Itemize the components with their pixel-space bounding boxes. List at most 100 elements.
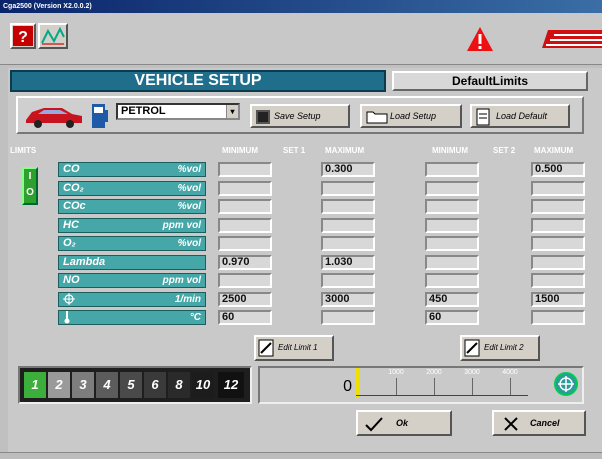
limit-row-name: HC	[63, 219, 79, 231]
edit-limit1-label: Edit Limit 1	[278, 343, 318, 352]
check-icon	[365, 416, 383, 432]
limit-cell-min1[interactable]	[218, 236, 272, 251]
limit-row-label: O₂ %vol	[58, 236, 206, 251]
limit-cell-min2[interactable]: 60	[425, 310, 479, 325]
folder-icon	[366, 111, 388, 124]
limit-cell-max1[interactable]	[321, 199, 375, 214]
col-max2: MAXIMUM	[534, 146, 574, 155]
limit-cell-min2[interactable]	[425, 236, 479, 251]
edit-limit2-button[interactable]: Edit Limit 2	[460, 335, 540, 361]
limit-cell-min1[interactable]	[218, 218, 272, 233]
limit-cell-max2[interactable]	[531, 255, 585, 270]
limit-row-label: CO %vol	[58, 162, 206, 177]
limit-cell-max1[interactable]: 1.030	[321, 255, 375, 270]
engine-icon	[63, 293, 75, 306]
ok-button[interactable]: Ok	[356, 410, 452, 436]
limit-cell-min2[interactable]	[425, 181, 479, 196]
limit-cell-min1[interactable]	[218, 162, 272, 177]
gauge-tick	[434, 378, 435, 395]
load-default-button[interactable]: Load Default	[470, 104, 570, 128]
toolbar	[0, 13, 602, 65]
fuel-type-value: PETROL	[121, 105, 166, 117]
limit-cell-max1[interactable]: 3000	[321, 292, 375, 307]
edit-icon	[258, 339, 274, 357]
limit-cell-max2[interactable]	[531, 218, 585, 233]
limits-toggle[interactable]: IO	[22, 167, 38, 205]
limit-row-label: 1/min	[58, 292, 206, 307]
rpm-gauge	[258, 366, 584, 404]
limit-cell-max2[interactable]	[531, 310, 585, 325]
limit-cell-min2[interactable]	[425, 199, 479, 214]
limit-cell-min2[interactable]	[425, 162, 479, 177]
gauge-start-marker	[356, 368, 359, 398]
rpm-option[interactable]: 1	[24, 372, 46, 398]
limit-cell-max2[interactable]	[531, 181, 585, 196]
limit-cell-max2[interactable]	[531, 273, 585, 288]
help-icon: ?	[13, 26, 33, 46]
load-setup-button[interactable]: Load Setup	[360, 104, 462, 128]
limit-row-name: COc	[63, 200, 86, 212]
warning-button[interactable]	[466, 26, 494, 52]
rpm-option[interactable]: 2	[48, 372, 70, 398]
load-setup-label: Load Setup	[390, 111, 437, 121]
limit-row-unit: %vol	[177, 238, 201, 249]
limit-row-label: HC ppm vol	[58, 218, 206, 233]
limit-row-unit: ppm vol	[162, 275, 201, 286]
chevron-down-icon[interactable]: ▾	[226, 105, 238, 118]
save-setup-button[interactable]: Save Setup	[250, 104, 350, 128]
limit-cell-min1[interactable]: 2500	[218, 292, 272, 307]
gauge-baseline	[356, 395, 528, 396]
limits-name-field[interactable]: DefaultLimits	[392, 71, 588, 91]
fuel-type-select[interactable]: PETROL ▾	[116, 103, 240, 120]
limit-cell-max2[interactable]: 0.500	[531, 162, 585, 177]
limit-cell-max2[interactable]	[531, 236, 585, 251]
limit-cell-max1[interactable]	[321, 218, 375, 233]
graph-button[interactable]	[38, 23, 68, 49]
limit-row-unit: ppm vol	[162, 220, 201, 231]
col-set2: SET 2	[493, 146, 516, 155]
rpm-option[interactable]: 8	[168, 372, 190, 398]
limit-cell-max2[interactable]	[531, 199, 585, 214]
limit-cell-min2[interactable]	[425, 273, 479, 288]
rpm-option[interactable]: 4	[96, 372, 118, 398]
document-icon	[476, 108, 490, 126]
gauge-tick	[510, 378, 511, 395]
limit-cell-min1[interactable]	[218, 273, 272, 288]
help-button[interactable]: ?	[10, 23, 36, 49]
limit-cell-min1[interactable]	[218, 199, 272, 214]
limit-cell-min2[interactable]: 450	[425, 292, 479, 307]
rpm-option[interactable]: 10	[192, 372, 214, 398]
limit-row-label: CO₂ %vol	[58, 181, 206, 196]
limit-cell-max1[interactable]	[321, 273, 375, 288]
limit-cell-max1[interactable]	[321, 181, 375, 196]
ok-label: Ok	[396, 418, 409, 428]
limit-cell-max1[interactable]: 0.300	[321, 162, 375, 177]
cancel-button[interactable]: Cancel	[492, 410, 586, 436]
limit-cell-min1[interactable]: 60	[218, 310, 272, 325]
limit-row-name: CO₂	[63, 182, 84, 194]
limit-cell-min2[interactable]	[425, 255, 479, 270]
limit-row-unit: %vol	[177, 201, 201, 212]
thermometer-icon	[64, 311, 70, 324]
status-bar	[0, 452, 602, 459]
toggle-off: O	[26, 187, 34, 198]
load-default-label: Load Default	[496, 111, 548, 121]
limit-cell-min2[interactable]	[425, 218, 479, 233]
rpm-option[interactable]: 12	[218, 372, 244, 398]
limit-cell-min1[interactable]: 0.970	[218, 255, 272, 270]
limit-cell-max1[interactable]	[321, 236, 375, 251]
rpm-option[interactable]: 6	[144, 372, 166, 398]
limit-cell-max2[interactable]: 1500	[531, 292, 585, 307]
rpm-option[interactable]: 5	[120, 372, 142, 398]
edit-limit1-button[interactable]: Edit Limit 1	[254, 335, 334, 361]
cancel-label: Cancel	[530, 418, 560, 428]
gauge-tick-label: 4000	[502, 369, 518, 376]
limit-cell-max1[interactable]	[321, 310, 375, 325]
window-titlebar: Cga2500 (Version X2.0.0.2)	[0, 0, 602, 13]
limit-cell-min1[interactable]	[218, 181, 272, 196]
limit-row-name: NO	[63, 274, 80, 286]
rpm-option[interactable]: 3	[72, 372, 94, 398]
brand-logo	[540, 28, 602, 50]
car-icon	[22, 100, 86, 130]
gauge-tick-label: 3000	[464, 369, 480, 376]
